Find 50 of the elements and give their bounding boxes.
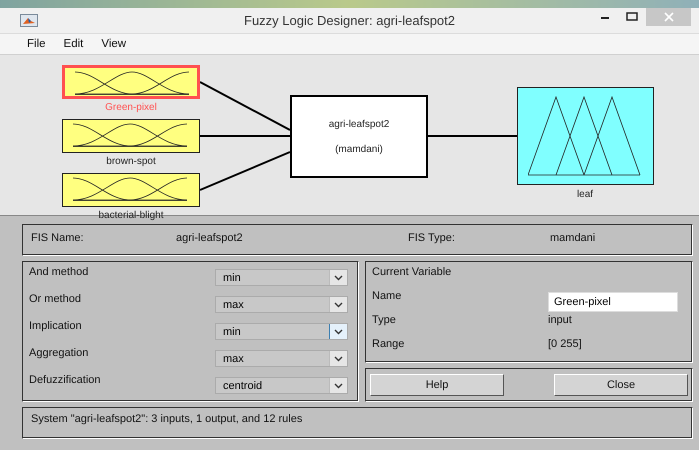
method-dropdown[interactable]: min — [215, 269, 348, 286]
name-field[interactable]: Green-pixel — [548, 292, 678, 312]
membership-curves-icon — [73, 176, 187, 202]
panel-title: Current Variable — [372, 266, 452, 280]
chevron-down-icon — [334, 328, 343, 334]
method-label: Aggregation — [29, 347, 88, 359]
method-dropdown[interactable]: max — [215, 296, 348, 313]
menu-item[interactable]: View — [92, 38, 136, 50]
output-variable-node[interactable] — [517, 87, 654, 185]
range-value: [0 255] — [548, 338, 583, 352]
type-label: Type — [372, 314, 397, 328]
chevron-down-icon — [334, 356, 343, 362]
system-name: agri-leafspot2 — [328, 118, 390, 130]
help-button[interactable]: Help — [370, 374, 504, 396]
method-label: Or method — [29, 293, 81, 305]
method-dropdown[interactable]: max — [215, 350, 348, 367]
input-variable-node[interactable] — [62, 65, 200, 99]
membership-curves-icon — [73, 122, 187, 148]
chevron-down-icon — [334, 382, 343, 388]
name-label: Name — [372, 290, 402, 304]
input-variable-label: Green-pixel — [105, 102, 157, 113]
membership-curves-icon — [75, 70, 189, 96]
close-dialog-button[interactable]: Close — [554, 374, 688, 396]
input-variable-node[interactable] — [62, 173, 200, 207]
menu-item[interactable]: File — [18, 38, 55, 50]
chevron-down-icon — [334, 274, 343, 280]
system-node[interactable]: agri-leafspot2 (mamdani) — [290, 95, 428, 178]
method-label: And method — [29, 266, 88, 278]
input-variable-label: bacterial-blight — [98, 210, 164, 221]
status-text: System "agri-leafspot2": 3 inputs, 1 output, and 12 rules — [31, 413, 302, 425]
method-label: Defuzzification — [29, 374, 101, 386]
close-icon — [664, 12, 674, 22]
input-variable-label: brown-spot — [106, 156, 156, 167]
input-variable-node[interactable] — [62, 119, 200, 153]
output-variable-label: leaf — [576, 189, 594, 200]
fis-type-label: FIS Type: — [408, 232, 456, 246]
method-dropdown[interactable]: centroid — [215, 377, 348, 394]
fis-name-label: FIS Name: — [31, 232, 85, 246]
chevron-down-icon — [334, 302, 343, 308]
range-label: Range — [372, 338, 406, 352]
fis-type-value: mamdani — [550, 232, 596, 246]
system-type: (mamdani) — [335, 144, 383, 154]
type-value: input — [548, 314, 573, 328]
app-icon — [20, 14, 38, 27]
fis-name-value: agri-leafspot2 — [176, 232, 244, 246]
maximize-icon — [626, 12, 638, 22]
method-label: Implication — [29, 320, 82, 332]
method-dropdown[interactable]: min — [215, 323, 348, 340]
window-title: Fuzzy Logic Designer: agri-leafspot2 — [244, 13, 455, 28]
menu-item[interactable]: Edit — [54, 38, 92, 50]
